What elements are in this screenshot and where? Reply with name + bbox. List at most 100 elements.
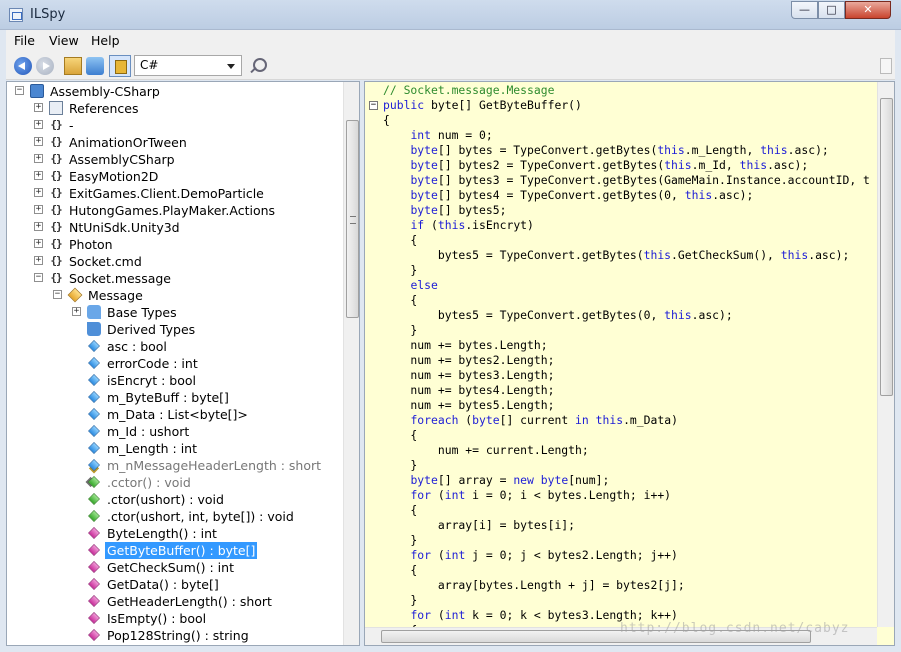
code-line: { bbox=[383, 563, 417, 578]
code-text: bytes5 = TypeConvert.getBytes( bbox=[383, 248, 644, 262]
code-line: num += bytes5.Length; bbox=[383, 398, 554, 413]
expand-icon[interactable]: + bbox=[34, 120, 43, 129]
static-field-icon bbox=[88, 459, 100, 471]
language-value: C# bbox=[140, 58, 159, 72]
back-arrow-icon[interactable] bbox=[14, 57, 32, 75]
code-keyword: this bbox=[739, 158, 768, 172]
code-keyword: for bbox=[410, 608, 432, 622]
code-keyword: this bbox=[657, 143, 685, 157]
namespace-icon: {} bbox=[50, 186, 62, 199]
minimize-button[interactable]: — bbox=[791, 1, 818, 19]
code-text: array[bytes.Length + j] = bytes2[j]; bbox=[383, 578, 685, 592]
tree-scrollbar-thumb[interactable] bbox=[346, 120, 359, 318]
field-icon bbox=[88, 374, 100, 386]
expand-icon[interactable]: + bbox=[34, 239, 43, 248]
tree-node-label: AnimationOrTween bbox=[69, 135, 187, 150]
reload-icon[interactable] bbox=[86, 57, 104, 75]
window-title: ILSpy bbox=[30, 7, 66, 22]
code-text: .asc); bbox=[712, 188, 754, 202]
code-keyword: in bbox=[575, 413, 589, 427]
namespace-icon: {} bbox=[50, 271, 62, 284]
fold-toggle-icon[interactable]: − bbox=[369, 101, 378, 110]
code-text: j = 0; j < bytes2.Length; j++) bbox=[465, 548, 678, 562]
field-icon bbox=[88, 425, 100, 437]
expand-icon[interactable]: + bbox=[34, 137, 43, 146]
open-folder-icon[interactable] bbox=[64, 57, 82, 75]
toolbar-overflow-icon[interactable] bbox=[880, 58, 892, 74]
expand-icon[interactable]: + bbox=[34, 205, 43, 214]
code-keyword: for bbox=[410, 488, 432, 502]
code-line: num += current.Length; bbox=[383, 443, 589, 458]
tree-node-label: Assembly-CSharp bbox=[50, 84, 160, 99]
tree-node-label: - bbox=[69, 118, 74, 133]
code-keyword: byte bbox=[410, 203, 438, 217]
maximize-button[interactable]: □ bbox=[818, 1, 845, 19]
code-line: array[i] = bytes[i]; bbox=[383, 518, 575, 533]
constructor-icon bbox=[88, 493, 100, 505]
code-vertical-scrollbar-thumb[interactable] bbox=[880, 98, 893, 396]
title-bar: ILSpy — □ ✕ bbox=[0, 0, 901, 30]
close-button[interactable]: ✕ bbox=[845, 1, 891, 19]
code-line: byte[] bytes = TypeConvert.getBytes(this… bbox=[383, 143, 828, 158]
collapse-icon[interactable]: − bbox=[53, 290, 62, 299]
collapse-icon[interactable]: − bbox=[15, 86, 24, 95]
code-keyword: byte bbox=[540, 473, 569, 487]
code-keyword: for bbox=[410, 548, 432, 562]
tree-scrollbar[interactable] bbox=[343, 82, 359, 645]
code-text: { bbox=[383, 563, 418, 577]
code-text: { bbox=[383, 233, 418, 247]
namespace-icon: {} bbox=[50, 152, 62, 165]
language-select[interactable]: C# bbox=[134, 55, 242, 76]
field-icon bbox=[88, 408, 100, 420]
menu-bar: File View Help bbox=[6, 30, 895, 52]
code-vertical-scrollbar[interactable] bbox=[877, 82, 894, 627]
search-icon[interactable] bbox=[248, 57, 267, 75]
tree-node-label: GetByteBuffer() : byte[] bbox=[105, 542, 258, 559]
expand-icon[interactable]: + bbox=[72, 307, 81, 316]
menu-help[interactable]: Help bbox=[91, 33, 120, 48]
expand-icon[interactable]: + bbox=[34, 154, 43, 163]
expand-icon[interactable]: + bbox=[34, 256, 43, 265]
code-text: .m_Length, bbox=[684, 143, 761, 157]
tree-node-label: m_Data : List<byte[]> bbox=[107, 407, 248, 422]
assembly-tree[interactable]: − Assembly-CSharp + References +{} - +{} Animat… bbox=[6, 81, 360, 646]
toolbar: C# bbox=[6, 52, 895, 80]
code-text: ( bbox=[431, 608, 445, 622]
code-line: byte[] bytes2 = TypeConvert.getBytes(thi… bbox=[383, 158, 808, 173]
code-line: byte[] bytes4 = TypeConvert.getBytes(0, … bbox=[383, 188, 753, 203]
code-editor[interactable]: // Socket.message.Message public byte[] G… bbox=[364, 81, 895, 646]
show-internal-api-icon[interactable] bbox=[109, 55, 131, 77]
tree-node-label: .cctor() : void bbox=[107, 475, 191, 490]
tree-node-label: Photon bbox=[69, 237, 113, 252]
tree-node-label: Socket.message bbox=[69, 271, 171, 286]
code-text: ( bbox=[431, 488, 445, 502]
code-keyword: this bbox=[760, 143, 788, 157]
tree-node-label: m_Id : ushort bbox=[107, 424, 190, 439]
expand-icon[interactable]: + bbox=[34, 103, 43, 112]
method-icon bbox=[88, 629, 100, 641]
base-types-icon bbox=[87, 305, 101, 319]
menu-view[interactable]: View bbox=[49, 33, 79, 48]
namespace-icon: {} bbox=[50, 220, 62, 233]
expand-icon[interactable]: + bbox=[34, 171, 43, 180]
expand-icon[interactable]: + bbox=[34, 188, 43, 197]
collapse-icon[interactable]: − bbox=[34, 273, 43, 282]
code-text: .asc); bbox=[767, 158, 809, 172]
references-icon bbox=[49, 101, 63, 115]
code-keyword: int bbox=[444, 488, 466, 502]
namespace-icon: {} bbox=[50, 203, 62, 216]
code-text: { bbox=[383, 113, 390, 127]
code-text: ( bbox=[458, 413, 473, 427]
method-icon bbox=[88, 612, 100, 624]
code-keyword: this bbox=[595, 413, 624, 427]
code-line: } bbox=[383, 458, 417, 473]
code-text: } bbox=[383, 323, 418, 337]
code-text: [] current bbox=[499, 413, 576, 427]
forward-arrow-icon[interactable] bbox=[36, 57, 54, 75]
expand-icon[interactable]: + bbox=[34, 222, 43, 231]
menu-file[interactable]: File bbox=[14, 33, 35, 48]
code-text: .asc); bbox=[808, 248, 850, 262]
derived-types-icon bbox=[87, 322, 101, 336]
